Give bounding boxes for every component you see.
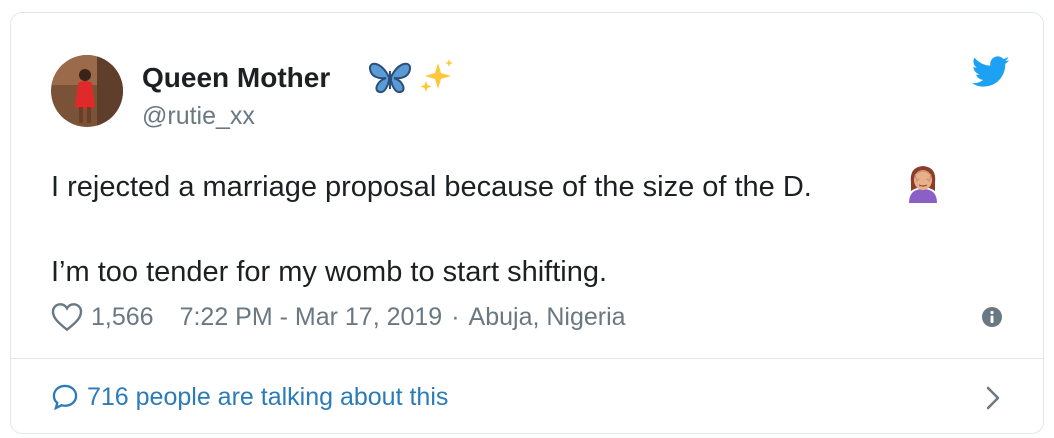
conversation-link[interactable]: 716 people are talking about this [51,379,448,415]
info-icon[interactable] [981,306,1003,328]
sparkles-emoji [420,59,453,92]
divider [11,358,1043,359]
conversation-text[interactable]: 716 people are talking about this [87,383,448,412]
chevron-right-icon[interactable] [983,385,1003,411]
twitter-bird-icon[interactable] [972,56,1010,88]
woman-facepalming-emoji [909,166,937,203]
like-count[interactable]: 1,566 [91,303,154,332]
location[interactable]: Abuja, Nigeria [469,303,626,332]
tweet-card: Queen Mother @rutie_xx I rejected a marr… [10,12,1044,434]
butterfly-emoji [369,62,411,94]
display-name[interactable]: Queen Mother [142,61,330,95]
speech-bubble-icon [52,384,78,411]
tweet-meta: 1,566 7:22 PM - Mar 17, 2019 · Abuja, Ni… [51,297,626,337]
user-handle[interactable]: @rutie_xx [142,101,255,131]
avatar[interactable] [51,55,123,127]
tweet-text-line-1: I rejected a marriage proposal because o… [51,171,812,203]
timestamp[interactable]: 7:22 PM - Mar 17, 2019 [180,303,443,332]
tweet-text-line-2: I’m too tender for my womb to start shif… [51,256,608,288]
heart-icon[interactable] [51,302,83,332]
meta-separator: · [451,302,460,331]
